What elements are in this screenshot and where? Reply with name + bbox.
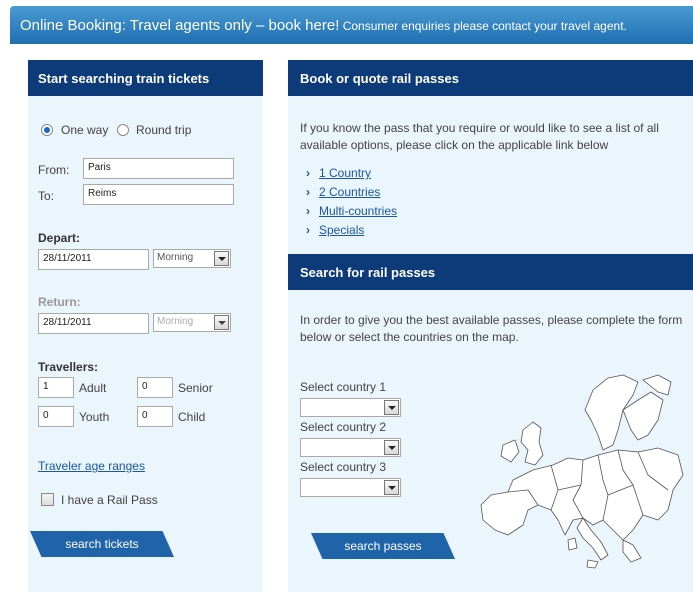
depart-date-input[interactable]: 28/11/2011 [38, 249, 149, 270]
round-trip-label: Round trip [136, 123, 192, 137]
pass-link-specials[interactable]: Specials [319, 223, 364, 237]
from-label: From: [38, 163, 70, 177]
country-1-label: Select country 1 [300, 380, 387, 394]
return-label: Return: [38, 295, 81, 309]
senior-count-input[interactable]: 0 [137, 377, 173, 398]
depart-label: Depart: [38, 231, 81, 245]
country-2-label: Select country 2 [300, 420, 387, 434]
pass-link-1-country[interactable]: 1 Country [319, 166, 371, 180]
return-time-select[interactable]: Morning [153, 313, 231, 332]
search-tickets-button[interactable]: search tickets [30, 531, 174, 557]
rail-passes-header: Book or quote rail passes [288, 60, 693, 96]
top-banner: Online Booking: Travel agents only – boo… [10, 6, 693, 44]
pass-link-2-countries[interactable]: 2 Countries [319, 185, 380, 199]
country-2-select[interactable] [300, 438, 401, 457]
rail-pass-checkbox[interactable] [41, 493, 54, 506]
country-1-select[interactable] [300, 398, 401, 417]
one-way-label: One way [61, 123, 109, 137]
senior-label: Senior [178, 381, 213, 395]
rail-passes-panel: Book or quote rail passes If you know th… [288, 60, 693, 592]
train-search-header: Start searching train tickets [28, 60, 263, 96]
chevron-down-icon [384, 400, 399, 415]
search-passes-button[interactable]: search passes [311, 533, 455, 559]
chevron-right-icon: › [306, 223, 310, 237]
to-input[interactable]: Reims [83, 184, 234, 205]
search-rail-passes-intro: In order to give you the best available … [300, 313, 683, 344]
adult-label: Adult [79, 381, 107, 395]
country-3-label: Select country 3 [300, 460, 387, 474]
depart-time-select[interactable]: Morning [153, 249, 231, 268]
pass-link-multi-countries[interactable]: Multi-countries [319, 204, 397, 218]
adult-count-input[interactable]: 1 [38, 377, 74, 398]
depart-time-value: Morning [157, 252, 194, 263]
youth-label: Youth [79, 410, 110, 424]
chevron-down-icon [384, 480, 399, 495]
one-way-radio[interactable] [41, 124, 53, 136]
return-date-input[interactable]: 28/11/2011 [38, 313, 149, 334]
search-rail-passes-header: Search for rail passes [288, 254, 693, 290]
to-label: To: [38, 189, 55, 203]
chevron-down-icon [384, 440, 399, 455]
chevron-right-icon: › [306, 185, 310, 199]
traveler-age-ranges-link[interactable]: Traveler age ranges [38, 459, 145, 473]
pass-link-item[interactable]: › Specials [306, 223, 364, 237]
chevron-right-icon: › [306, 204, 310, 218]
country-3-select[interactable] [300, 478, 401, 497]
rail-passes-intro: If you know the pass that you require or… [300, 121, 659, 152]
child-count-input[interactable]: 0 [137, 406, 173, 427]
from-input[interactable]: Paris [83, 158, 234, 179]
travellers-label: Travellers: [38, 360, 99, 374]
pass-link-item[interactable]: › 1 Country [306, 166, 371, 180]
pass-link-item[interactable]: › 2 Countries [306, 185, 380, 199]
banner-title: Online Booking: Travel agents only – boo… [20, 17, 340, 34]
chevron-down-icon [214, 315, 229, 330]
return-time-value: Morning [157, 316, 194, 327]
youth-count-input[interactable]: 0 [38, 406, 74, 427]
child-label: Child [178, 410, 206, 424]
train-search-panel: Start searching train tickets One way Ro… [28, 60, 263, 592]
round-trip-radio[interactable] [117, 124, 129, 136]
banner-subtitle: Consumer enquiries please contact your t… [342, 19, 627, 33]
pass-link-item[interactable]: › Multi-countries [306, 204, 397, 218]
rail-pass-label: I have a Rail Pass [61, 493, 158, 507]
chevron-down-icon [214, 251, 229, 266]
europe-map[interactable] [473, 370, 688, 570]
chevron-right-icon: › [306, 166, 310, 180]
